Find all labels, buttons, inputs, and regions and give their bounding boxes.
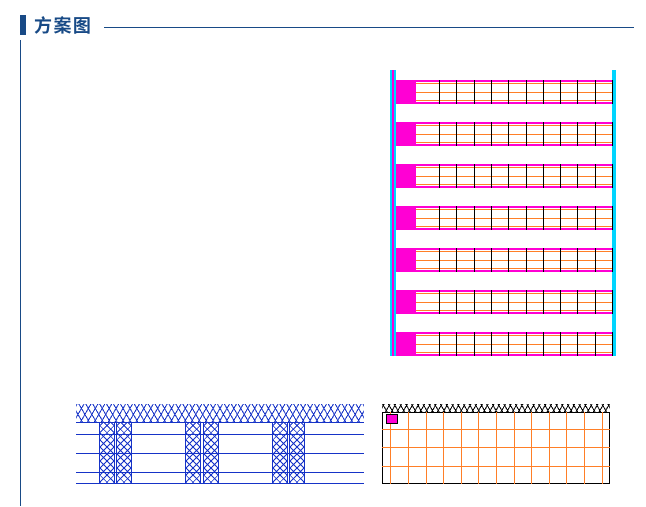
lattice-tower-icon: [116, 422, 132, 484]
rack-row: [396, 80, 612, 104]
lattice-tower-icon: [185, 422, 201, 484]
plan-view-drawing: [376, 64, 616, 362]
page-title: 方案图: [34, 12, 92, 38]
rack-row: [396, 122, 612, 146]
lattice-tower-icon: [203, 422, 219, 484]
pallet-icon: [396, 334, 412, 354]
lattice-tower-icon: [272, 422, 288, 484]
pallet-icon: [396, 292, 412, 312]
pallet-icon: [396, 208, 412, 228]
pallet-icon: [396, 166, 412, 186]
equipment-icon: [386, 414, 398, 424]
rack-row: [396, 164, 612, 188]
pallet-icon: [396, 82, 412, 102]
cross-section-drawing: [76, 404, 364, 486]
rack-row: [396, 290, 612, 314]
rack-row: [396, 206, 612, 230]
lattice-tower-icon: [289, 422, 305, 484]
rack-row: [396, 332, 612, 356]
longitudinal-section-drawing: [376, 404, 616, 486]
rack-row: [396, 248, 612, 272]
title-tick: [20, 15, 26, 35]
roof-truss-icon: [76, 404, 364, 423]
pallet-icon: [396, 124, 412, 144]
pallet-icon: [396, 250, 412, 270]
title-divider: [104, 27, 634, 28]
drawing-frame: [20, 40, 634, 506]
accent-vertical-rule: [20, 40, 21, 506]
lattice-tower-icon: [99, 422, 115, 484]
